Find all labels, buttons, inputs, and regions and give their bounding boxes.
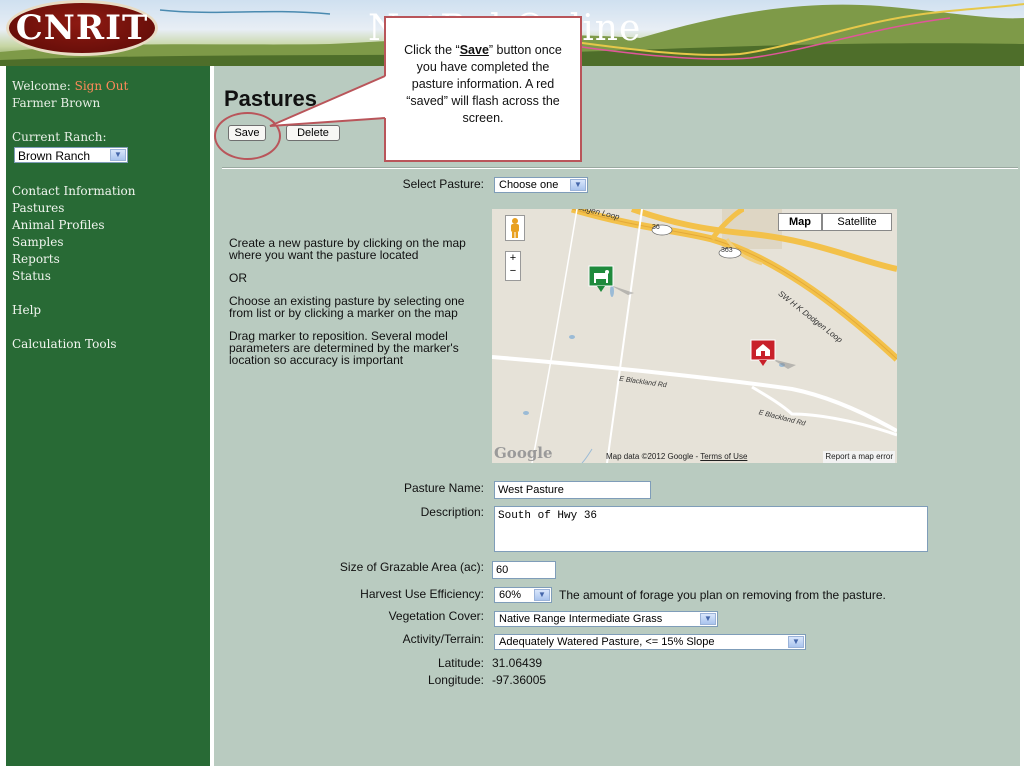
callout-save-word: Save [459,43,489,57]
description-label: Description: [420,505,484,519]
highway-shield-36: 36 [652,224,660,231]
map-attribution: Map data ©2012 Google - Terms of Use [606,452,747,461]
activity-terrain-label: Activity/Terrain: [402,632,484,646]
select-pasture-dropdown[interactable]: Choose one ▼ [494,177,588,193]
map-instructions: Create a new pasture by clicking on the … [229,237,487,377]
save-instruction-callout: Click the “Save” button once you have co… [384,16,582,162]
pegman-figure [511,218,519,238]
latitude-value: 31.06439 [492,656,543,670]
pasture-name-input[interactable]: West Pasture [494,481,651,499]
sign-out-link[interactable]: Sign Out [75,79,129,93]
highway-shield-363: 363 [721,247,733,254]
vegetation-cover-value: Native Range Intermediate Grass [499,613,663,625]
select-pasture-label: Select Pasture: [402,177,484,191]
sidebar: Welcome: Sign Out Farmer Brown Current R… [6,66,210,766]
sidebar-item-help[interactable]: Help [12,302,136,319]
welcome-block: Welcome: Sign Out Farmer Brown [12,78,128,112]
user-name: Farmer Brown [12,96,101,110]
sidebar-nav: Contact Information Pastures Animal Prof… [12,183,136,353]
divider [222,167,1018,169]
terms-of-use-link[interactable]: Terms of Use [700,452,747,461]
chevron-down-icon[interactable]: ▼ [110,149,126,161]
harvest-efficiency-select[interactable]: 60% ▼ [494,587,552,603]
map-view-button[interactable]: Map [778,213,822,231]
current-ranch-label: Current Ranch: [12,130,107,144]
current-ranch-value: Brown Ranch [18,149,91,163]
vegetation-cover-select[interactable]: Native Range Intermediate Grass ▼ [494,611,718,627]
harvest-efficiency-label: Harvest Use Efficiency: [360,587,484,601]
cnrit-logo: CNRIT [6,0,158,56]
sidebar-item-samples[interactable]: Samples [12,234,136,251]
chevron-down-icon[interactable]: ▼ [788,636,804,648]
zoom-control[interactable]: + − [505,251,521,281]
activity-terrain-select[interactable]: Adequately Watered Pasture, <= 15% Slope… [494,634,806,650]
sidebar-item-pastures[interactable]: Pastures [12,200,136,217]
instruction-or: OR [229,271,247,285]
instruction-create: Create a new pasture by clicking on the … [229,236,466,262]
longitude-value: -97.36005 [492,673,547,687]
harvest-efficiency-value: 60% [499,589,522,601]
pegman-icon[interactable] [505,215,525,241]
chevron-down-icon[interactable]: ▼ [570,179,586,191]
vegetation-cover-label: Vegetation Cover: [388,609,484,623]
grazable-area-input[interactable]: 60 [492,561,556,579]
zoom-out-icon[interactable]: − [506,265,520,278]
pasture-marker-green-icon[interactable] [588,265,638,297]
sidebar-item-contact-information[interactable]: Contact Information [12,183,136,200]
google-logo: Google [494,444,553,462]
map-data-text: Map data ©2012 Google - [606,452,701,461]
report-map-error-link[interactable]: Report a map error [823,451,895,463]
latitude-label: Latitude: [437,656,484,670]
main-content: Pastures Save Delete Select Pasture: Cho… [214,66,1020,766]
select-pasture-value: Choose one [499,179,559,191]
chevron-down-icon[interactable]: ▼ [700,613,716,625]
sidebar-item-calculation-tools[interactable]: Calculation Tools [12,336,136,353]
grazable-area-label: Size of Grazable Area (ac): [339,560,484,574]
instruction-choose: Choose an existing pasture by selecting … [229,294,465,320]
app-root: CNRIT NutBal Online Welcome: Sign Out Fa… [0,0,1024,768]
satellite-view-button[interactable]: Satellite [822,213,892,231]
map-footer: Google Map data ©2012 Google - Terms of … [492,444,897,463]
activity-terrain-value: Adequately Watered Pasture, <= 15% Slope [499,636,715,648]
sidebar-item-status[interactable]: Status [12,268,136,285]
sidebar-item-reports[interactable]: Reports [12,251,136,268]
description-textarea[interactable]: South of Hwy 36 [494,506,928,552]
callout-text-before: Click the “ [404,43,460,57]
pasture-name-label: Pasture Name: [403,481,484,495]
chevron-down-icon[interactable]: ▼ [534,589,550,601]
current-ranch-select[interactable]: Brown Ranch ▼ [14,147,128,163]
pasture-map[interactable]: Dodgen Loop 36 363 SW H K Dodgen Loop E … [492,209,897,463]
harvest-efficiency-note: The amount of forage you plan on removin… [559,588,886,602]
welcome-label: Welcome: [12,79,71,93]
page-title: Pastures [224,86,317,111]
zoom-in-icon[interactable]: + [506,252,520,265]
longitude-label: Longitude: [427,673,484,687]
sidebar-item-animal-profiles[interactable]: Animal Profiles [12,217,136,234]
delete-button[interactable]: Delete [286,125,340,141]
save-highlight-circle [214,112,281,160]
instruction-drag: Drag marker to reposition. Several model… [229,329,459,367]
pasture-marker-red-icon[interactable] [750,339,800,371]
